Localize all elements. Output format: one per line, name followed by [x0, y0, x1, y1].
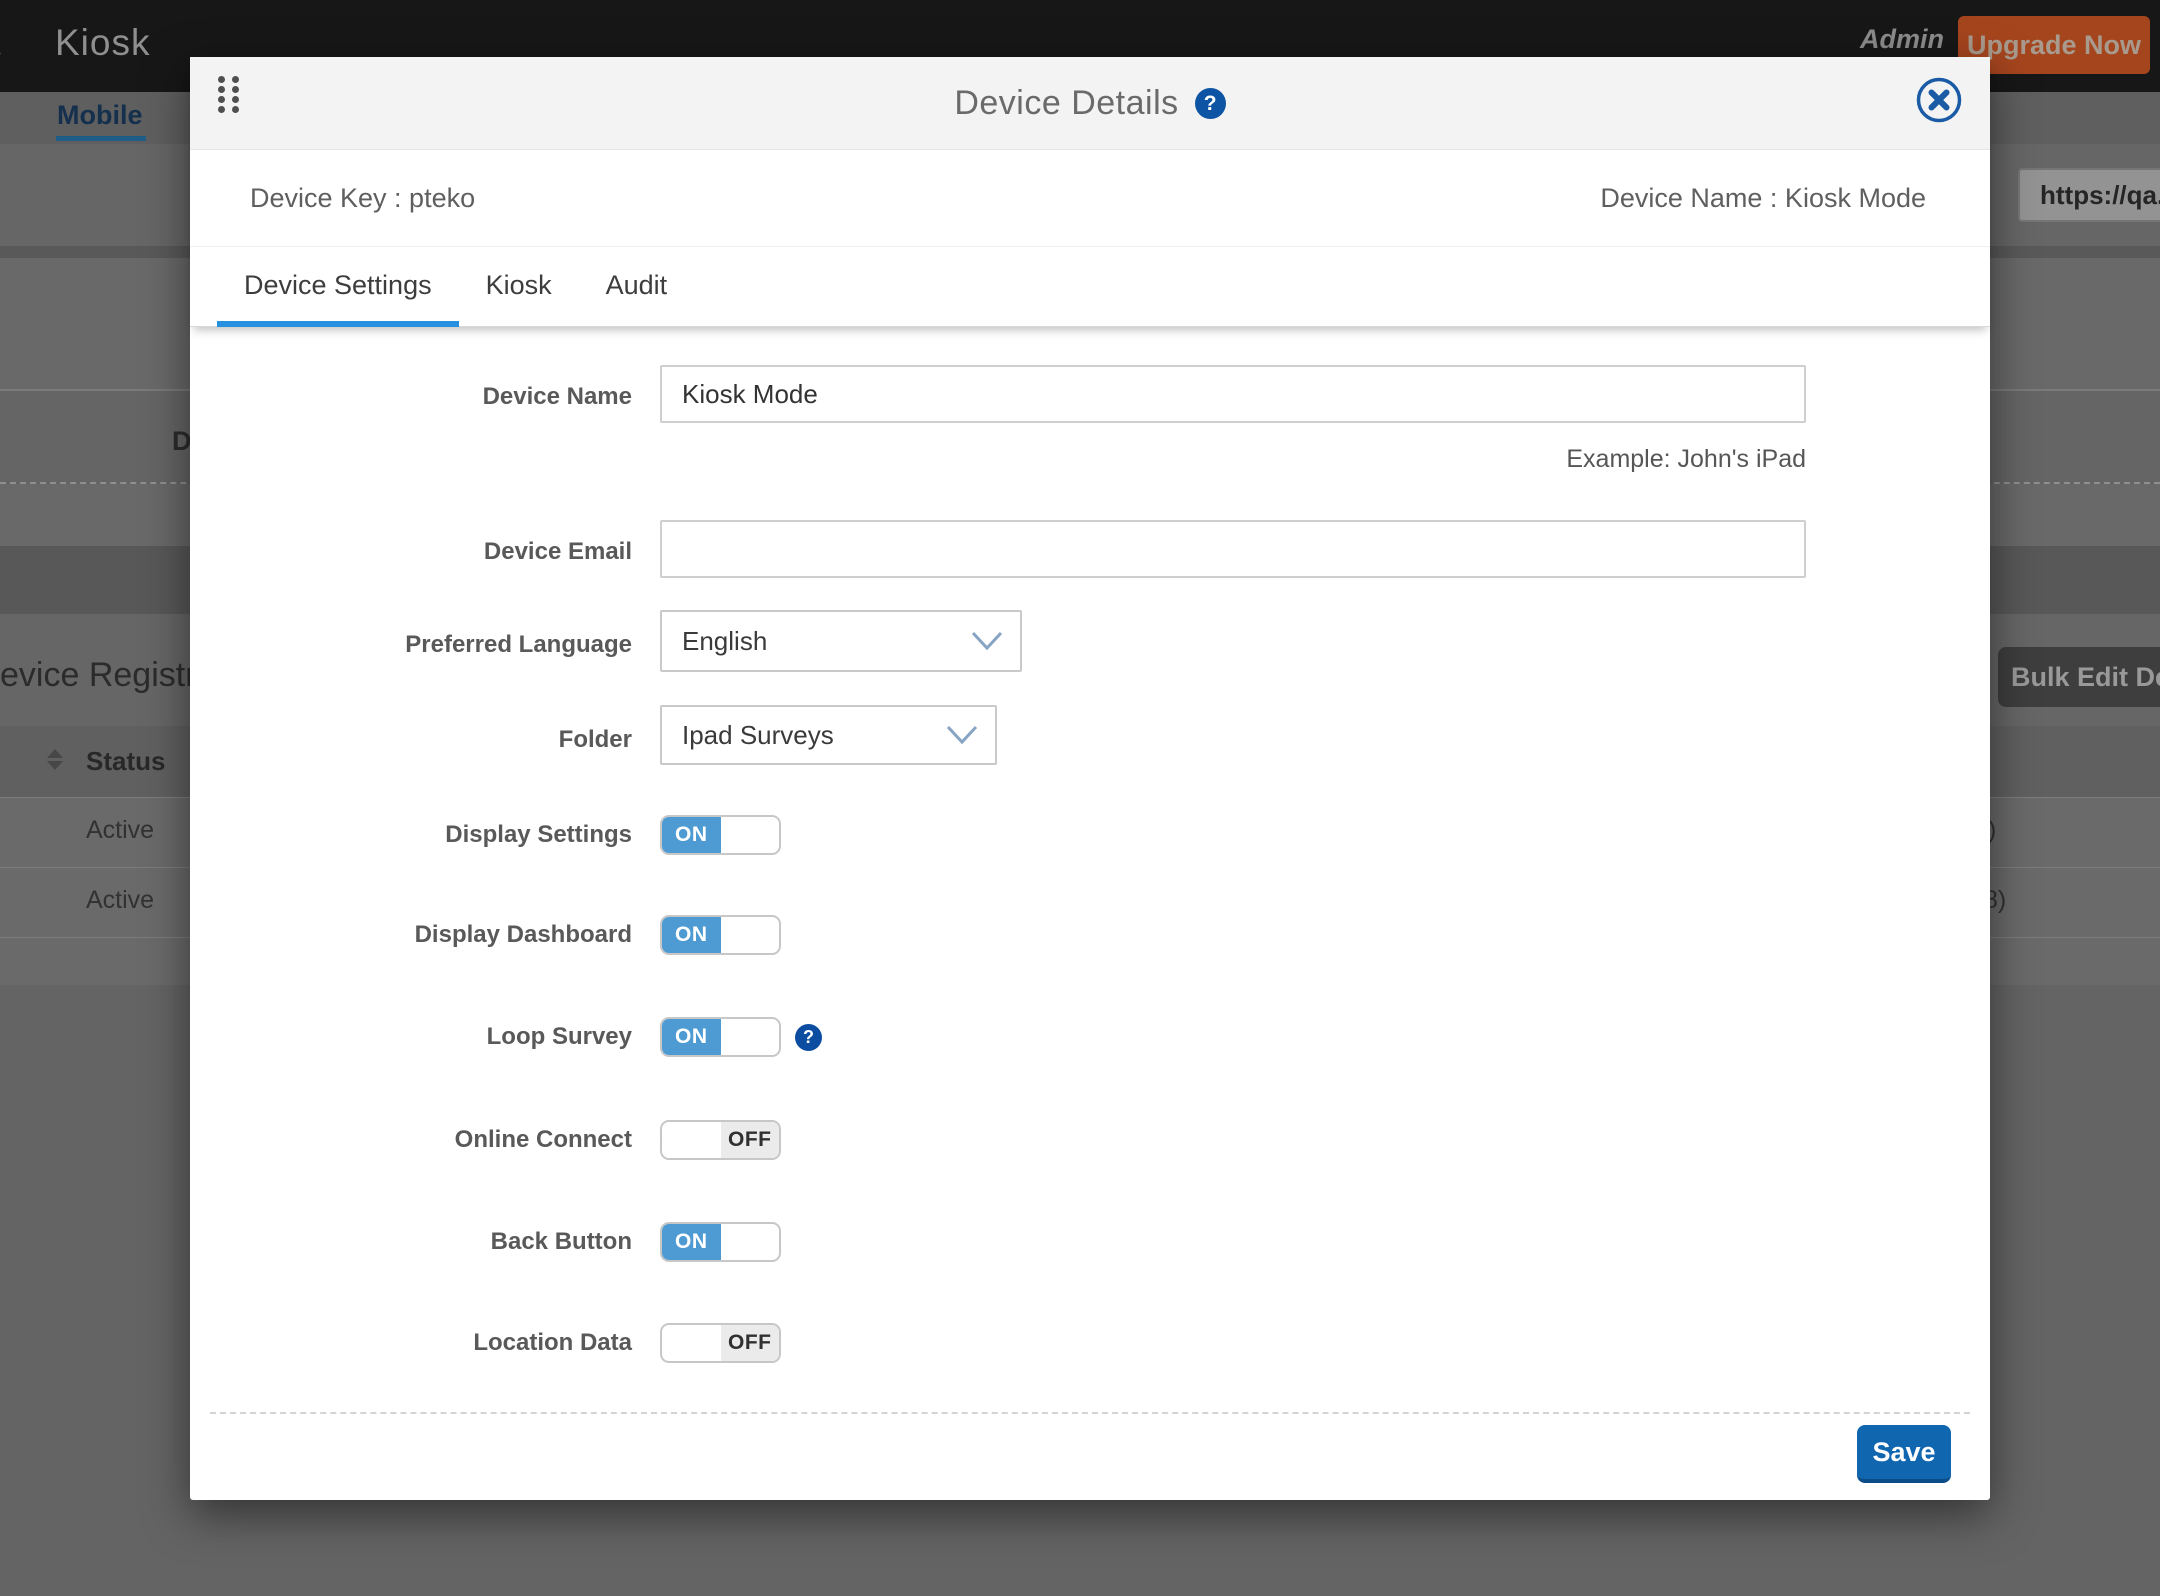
chevron-down-icon — [970, 630, 1004, 652]
display-dashboard-toggle[interactable]: ON — [660, 915, 781, 955]
breadcrumb-chevron-icon: › — [0, 30, 2, 72]
display-settings-toggle[interactable]: ON — [660, 815, 781, 855]
modal-title-bar: Device Details ? — [190, 57, 1990, 150]
folder-value: Ipad Surveys — [682, 720, 834, 751]
loop-survey-label: Loop Survey — [190, 1023, 632, 1051]
status-cell: Active — [86, 816, 154, 845]
folder-select[interactable]: Ipad Surveys — [660, 705, 997, 765]
sort-icon — [47, 749, 61, 770]
modal-body: Device Name Example: John's iPad Device … — [190, 327, 1990, 1500]
folder-label: Folder — [190, 726, 632, 754]
chevron-down-icon — [945, 724, 979, 746]
device-email-label: Device Email — [190, 538, 632, 566]
device-key-text: Device Key : pteko — [250, 183, 475, 214]
modal-subheader: Device Key : pteko Device Name : Kiosk M… — [190, 150, 1990, 247]
close-icon[interactable] — [1914, 75, 1964, 125]
device-name-text: Device Name : Kiosk Mode — [1600, 183, 1926, 214]
mobile-tab-underline — [56, 136, 146, 141]
device-name-label: Device Name — [190, 383, 632, 411]
preferred-language-select[interactable]: English — [660, 610, 1022, 672]
tab-audit[interactable]: Audit — [579, 247, 695, 327]
loop-survey-help-icon[interactable]: ? — [795, 1024, 822, 1051]
status-column-header: Status — [86, 746, 165, 777]
help-icon[interactable]: ? — [1195, 88, 1226, 119]
back-button-label: Back Button — [190, 1228, 632, 1256]
loop-survey-toggle[interactable]: ON — [660, 1017, 781, 1057]
device-key-label-partial: D — [172, 426, 192, 457]
device-name-input[interactable] — [660, 365, 1806, 423]
online-connect-toggle[interactable]: OFF — [660, 1120, 781, 1160]
device-email-input[interactable] — [660, 520, 1806, 578]
status-cell: Active — [86, 886, 154, 915]
modal-tab-bar: Device Settings Kiosk Audit — [190, 247, 1990, 327]
device-registrations-heading: evice Registr — [0, 656, 197, 695]
tab-kiosk[interactable]: Kiosk — [459, 247, 579, 327]
device-name-helper: Example: John's iPad — [660, 445, 1806, 474]
page-title: Kiosk — [55, 22, 150, 64]
display-settings-label: Display Settings — [190, 821, 632, 849]
location-data-label: Location Data — [190, 1329, 632, 1357]
preferred-language-label: Preferred Language — [190, 631, 632, 659]
back-button-toggle[interactable]: ON — [660, 1222, 781, 1262]
save-button[interactable]: Save — [1857, 1425, 1951, 1483]
device-details-modal: Device Details ? Device Key : pteko Devi… — [190, 57, 1990, 1500]
tab-mobile: Mobile — [57, 100, 143, 131]
share-url-input: https://qa.c — [2018, 168, 2160, 222]
modal-header-group: Device Details ? Device Key : pteko Devi… — [190, 57, 1990, 327]
online-connect-label: Online Connect — [190, 1126, 632, 1154]
location-data-toggle[interactable]: OFF — [660, 1323, 781, 1363]
admin-label: Admin — [1860, 24, 1944, 55]
tab-device-settings[interactable]: Device Settings — [217, 247, 459, 327]
footer-divider — [210, 1412, 1970, 1414]
bulk-edit-devices-button: Bulk Edit Dev — [1998, 647, 2160, 707]
display-dashboard-label: Display Dashboard — [190, 921, 632, 949]
modal-title: Device Details — [954, 84, 1178, 123]
preferred-language-value: English — [682, 626, 767, 657]
